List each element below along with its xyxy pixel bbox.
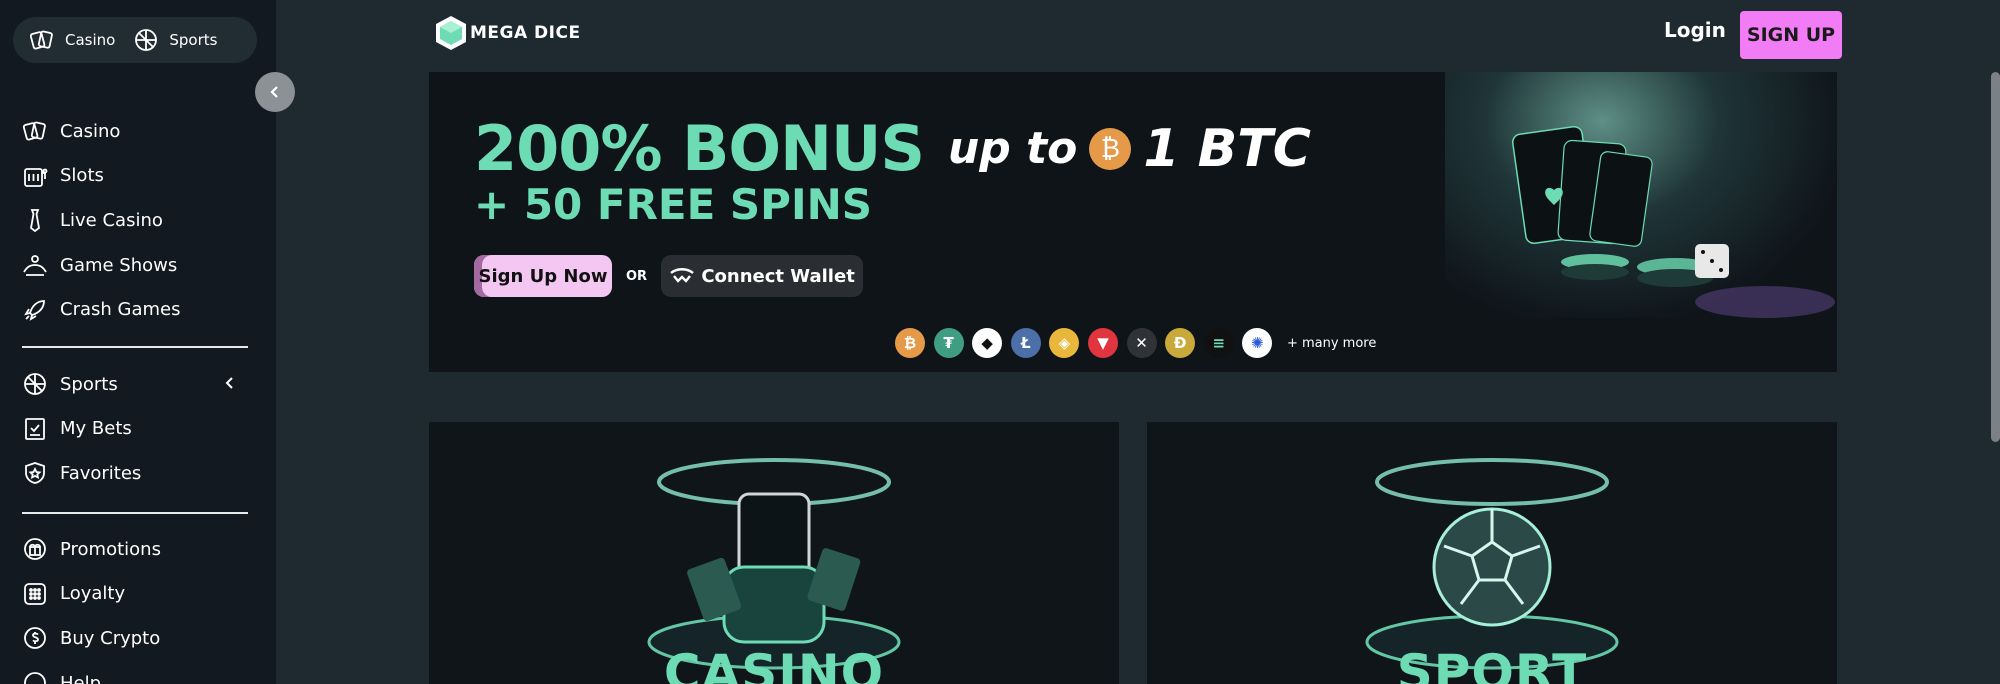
many-more-text: + many more <box>1286 335 1377 351</box>
sidebar-item-label: Promotions <box>60 538 161 560</box>
chevron-left-icon[interactable] <box>222 375 238 391</box>
ball-icon <box>135 29 158 51</box>
bitcoin-icon: ₿ <box>895 328 925 358</box>
connect-wallet-label: Connect Wallet <box>701 265 855 287</box>
rocket-icon <box>24 299 45 321</box>
bet-slip-icon <box>25 417 45 440</box>
sidebar-item-label: My Bets <box>60 418 132 440</box>
bonus-amount: 1 BTC <box>1143 118 1311 179</box>
chevron-left-icon <box>270 86 278 98</box>
bonus-upto-group: up to ₿ 1 BTC <box>948 119 1311 179</box>
banner-cta-row: Sign Up Now OR Connect Wallet <box>474 255 864 297</box>
logo-text: MEGA DICE <box>470 23 581 43</box>
casino-category-card[interactable]: CASINO <box>429 422 1119 684</box>
ball-icon <box>24 373 46 396</box>
or-separator: OR <box>626 268 648 284</box>
xrp-icon: ✕ <box>1126 328 1157 358</box>
bonus-headline: 200% BONUS up to ₿ 1 BTC <box>474 112 1311 185</box>
bonus-percent: 200% BONUS <box>474 112 925 185</box>
sidebar-divider <box>22 346 248 348</box>
grid-icon <box>24 582 46 605</box>
mode-tab-sports-label: Sports <box>169 31 218 49</box>
top-header: MEGA DICE Login SIGN UP <box>276 0 2000 72</box>
sidebar-item-slots[interactable]: Slots <box>22 154 248 199</box>
sidebar-item-label: Casino <box>60 120 121 142</box>
dogecoin-icon: Ð <box>1165 328 1196 358</box>
binance-icon: ◈ <box>1049 328 1080 358</box>
playing-cards-art <box>1445 72 1837 318</box>
crown-icon <box>23 255 47 276</box>
sidebar-item-buy-crypto[interactable]: Buy Crypto <box>22 616 248 661</box>
tie-icon <box>30 209 40 233</box>
sidebar: Casino Sports Casino Slots Live Casino G… <box>0 0 276 684</box>
signup-button[interactable]: SIGN UP <box>1740 11 1842 59</box>
sidebar-item-help[interactable]: Help <box>22 661 248 684</box>
sidebar-item-favorites[interactable]: Favorites <box>22 451 248 496</box>
sidebar-collapse-button[interactable] <box>255 72 295 112</box>
login-button[interactable]: Login <box>1664 18 1726 42</box>
slot-machine-icon <box>24 167 48 187</box>
nav-group-sports: Sports My Bets Favorites <box>22 362 248 496</box>
logo[interactable]: MEGA DICE <box>434 15 581 51</box>
crypto-coins-row: ₿ ₮ ◆ Ł ◈ ▼ ✕ Ð ≡ ✺ + many more <box>895 328 1376 358</box>
casino-card-title: CASINO <box>663 644 885 684</box>
sidebar-item-label: Live Casino <box>60 209 163 231</box>
tron-icon: ▼ <box>1087 328 1118 358</box>
promo-banner[interactable]: 200% BONUS up to ₿ 1 BTC + 50 FREE SPINS… <box>429 72 1837 372</box>
litecoin-icon: Ł <box>1010 328 1041 358</box>
sidebar-item-label: Help <box>60 672 102 684</box>
sidebar-item-promotions[interactable]: Promotions <box>22 527 248 572</box>
sport-card-title: SPORT <box>1396 644 1588 684</box>
sidebar-item-game-shows[interactable]: Game Shows <box>22 243 248 288</box>
sidebar-item-my-bets[interactable]: My Bets <box>22 407 248 452</box>
connect-wallet-button[interactable]: Connect Wallet <box>661 255 864 297</box>
nav-group-casino: Casino Slots Live Casino Game Shows Cras… <box>22 109 248 332</box>
sidebar-item-live-casino[interactable]: Live Casino <box>22 198 248 243</box>
sidebar-item-label: Loyalty <box>60 583 126 605</box>
solana-icon: ≡ <box>1203 328 1234 358</box>
sidebar-item-loyalty[interactable]: Loyalty <box>22 572 248 617</box>
sidebar-item-label: Favorites <box>60 462 142 484</box>
ethereum-icon: ◆ <box>972 328 1003 358</box>
walletconnect-icon <box>670 268 695 283</box>
page-scrollbar[interactable] <box>1991 72 2000 442</box>
mode-tab-casino[interactable]: Casino <box>29 27 115 53</box>
mode-tab-sports[interactable]: Sports <box>133 27 217 53</box>
sidebar-item-casino[interactable]: Casino <box>22 109 248 154</box>
dice-logo-icon <box>436 16 466 50</box>
cards-chips-illustration <box>1511 125 1835 318</box>
gift-icon <box>24 538 46 561</box>
help-icon <box>24 672 46 684</box>
sidebar-item-sports[interactable]: Sports <box>22 362 248 407</box>
bonus-upto-text: up to <box>947 123 1078 174</box>
sidebar-item-label: Sports <box>60 373 118 395</box>
cardano-icon: ✺ <box>1242 328 1273 358</box>
bitcoin-icon: ₿ <box>1089 127 1132 170</box>
nav-group-extra: Promotions Loyalty Buy Crypto Help <box>22 527 248 684</box>
cards-icon <box>22 121 46 141</box>
sidebar-divider <box>22 512 248 514</box>
mode-tab-casino-label: Casino <box>65 31 116 49</box>
sport-category-card[interactable]: SPORT <box>1147 422 1837 684</box>
dollar-coin-icon <box>24 627 46 650</box>
sidebar-item-label: Slots <box>60 165 104 187</box>
sidebar-item-label: Game Shows <box>60 254 178 276</box>
shield-star-icon <box>25 462 45 485</box>
sign-up-now-button[interactable]: Sign Up Now <box>474 255 612 297</box>
sidebar-item-label: Buy Crypto <box>60 627 161 649</box>
free-spins-text: + 50 FREE SPINS <box>474 180 872 229</box>
cards-icon <box>29 30 53 50</box>
tether-icon: ₮ <box>933 328 964 358</box>
mode-switch: Casino Sports <box>13 17 257 63</box>
sidebar-item-crash-games[interactable]: Crash Games <box>22 287 248 332</box>
sidebar-item-label: Crash Games <box>60 299 181 321</box>
